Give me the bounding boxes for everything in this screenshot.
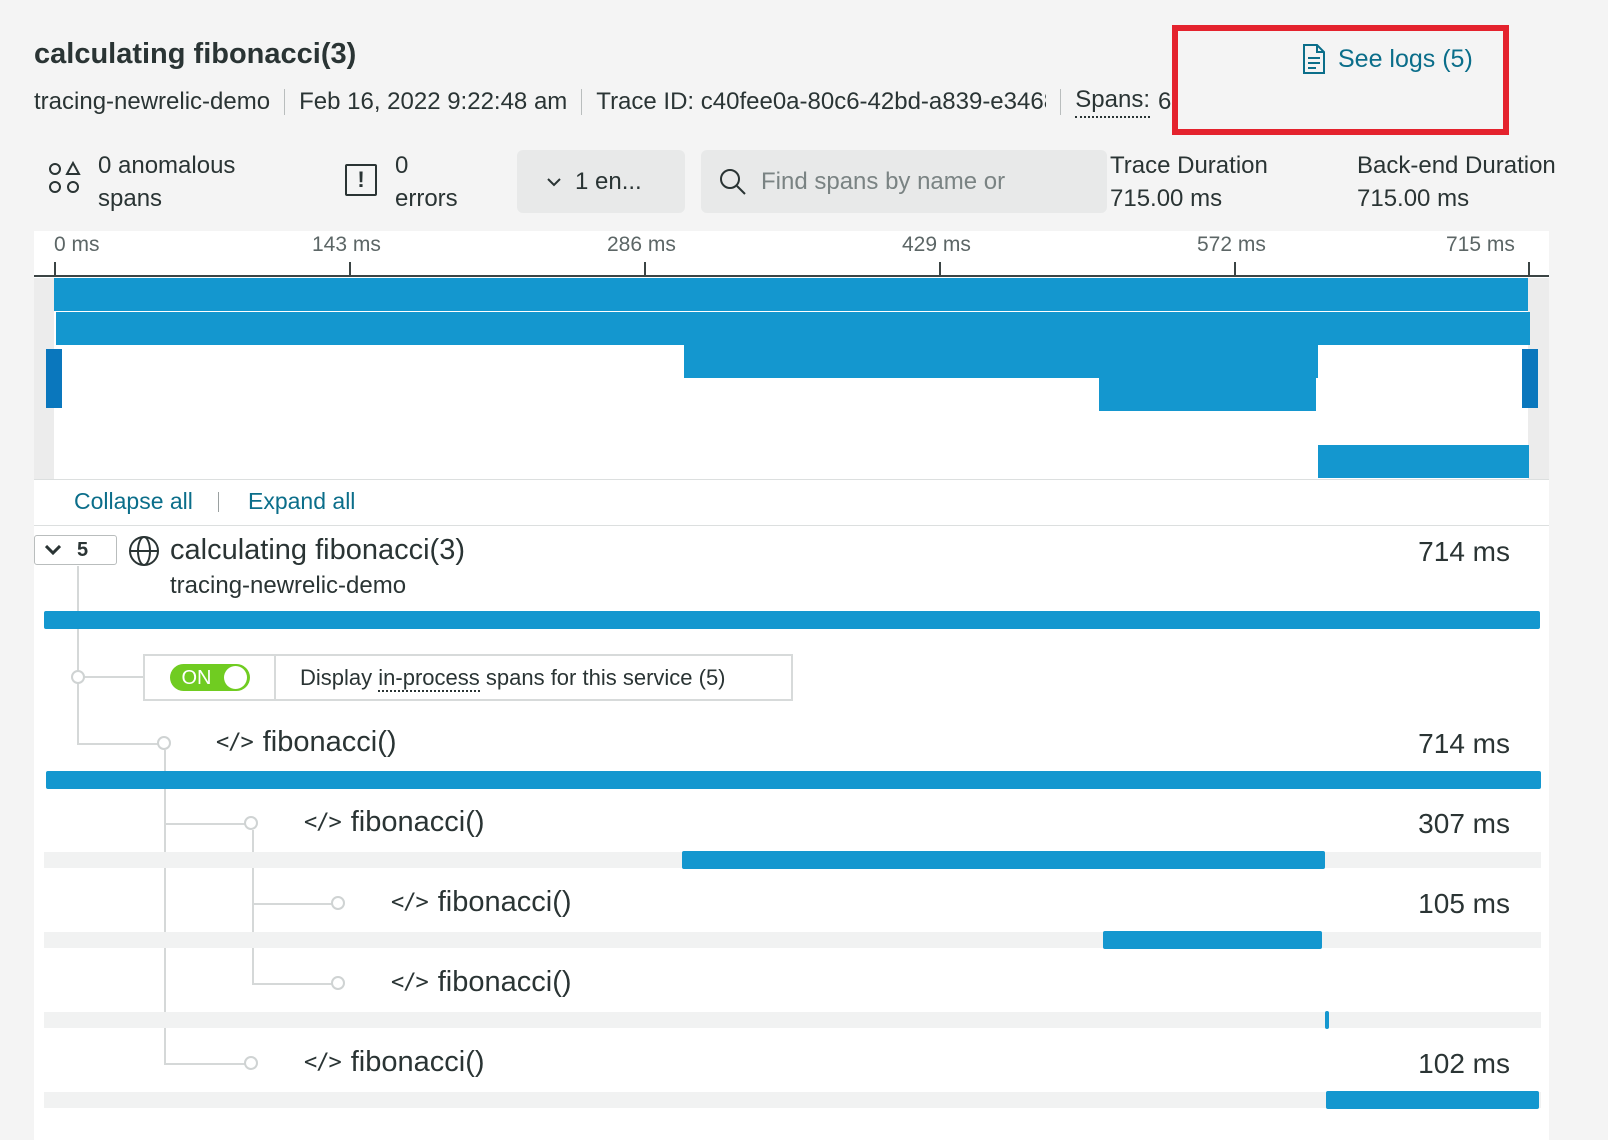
search-icon — [720, 168, 746, 195]
see-logs-link[interactable]: See logs (5) — [1302, 44, 1473, 74]
code-icon: </> — [391, 890, 429, 915]
in-process-toggle[interactable]: ON — [169, 664, 250, 691]
toggle-container: ON — [145, 656, 276, 699]
trace-timestamp: Feb 16, 2022 9:22:48 am — [299, 88, 568, 115]
minimap-span-bar — [54, 278, 1528, 311]
tick-label: 572 ms — [1197, 233, 1266, 256]
expand-toggle-button[interactable]: 5 — [34, 535, 117, 565]
trace-meta: tracing-newrelic-demo Feb 16, 2022 9:22:… — [34, 86, 1171, 118]
minimap-span-bar — [1318, 445, 1529, 478]
see-logs-label: See logs (5) — [1338, 44, 1473, 73]
trace-duration: Trace Duration 715.00 ms — [1110, 152, 1268, 212]
collapse-all-link[interactable]: Collapse all — [74, 488, 193, 515]
span-duration: 105 ms — [1418, 888, 1510, 919]
chevron-down-icon — [45, 545, 61, 555]
tick-label: 143 ms — [312, 233, 381, 256]
code-icon: </> — [304, 810, 342, 835]
trace-title: calculating fibonacci(3) — [34, 38, 357, 70]
in-process-spans-control: ON Display in-process spans for this ser… — [143, 654, 793, 701]
minimap-span-bar — [1099, 378, 1316, 411]
span-track — [44, 1092, 1541, 1108]
root-span-name[interactable]: calculating fibonacci(3) — [170, 534, 465, 567]
code-icon: </> — [391, 970, 429, 995]
root-span-service: tracing-newrelic-demo — [170, 572, 407, 599]
tick-label: 429 ms — [902, 233, 971, 256]
tree-connector — [77, 676, 143, 678]
entity-filter-dropdown[interactable]: 1 en... — [517, 150, 685, 213]
span-search-input[interactable] — [761, 167, 1091, 196]
span-bar[interactable] — [46, 771, 1541, 789]
service-name[interactable]: tracing-newrelic-demo — [34, 88, 270, 116]
entity-filter-label: 1 en... — [575, 167, 642, 195]
tick-label: 0 ms — [54, 233, 100, 256]
error-icon: ! — [345, 164, 377, 196]
tick-mark — [54, 262, 56, 276]
span-bar[interactable] — [682, 851, 1325, 869]
tick-mark — [644, 262, 646, 276]
in-process-label: Display in-process spans for this servic… — [300, 664, 726, 692]
span-bar[interactable] — [1325, 1011, 1329, 1029]
tree-node — [71, 670, 85, 684]
span-bar[interactable] — [44, 611, 1540, 629]
tree-node — [244, 816, 258, 830]
code-icon: </> — [304, 1050, 342, 1075]
tick-mark — [349, 262, 351, 276]
child-count: 5 — [77, 538, 89, 561]
tick-mark — [939, 262, 941, 276]
tree-connector — [252, 983, 336, 985]
tree-node — [244, 1056, 258, 1070]
span-duration: 102 ms — [1418, 1048, 1510, 1079]
tree-connector — [77, 566, 79, 744]
span-duration: 307 ms — [1418, 808, 1510, 839]
anomalous-spans-count[interactable]: 0 anomalous spans — [98, 149, 235, 215]
toggle-knob — [223, 666, 247, 689]
span-bar[interactable] — [1103, 931, 1322, 949]
span-duration: 714 ms — [1418, 728, 1510, 759]
minimap-span-bar — [56, 312, 1530, 345]
chevron-down-icon — [547, 177, 561, 186]
tree-connector — [164, 1063, 249, 1065]
span-row-name[interactable]: </> fibonacci() — [304, 1046, 485, 1079]
span-row-name[interactable]: </> fibonacci() — [216, 726, 397, 759]
span-row-name[interactable]: </> fibonacci() — [391, 886, 572, 919]
trace-id: Trace ID: c40fee0a-80c6-42bd-a839-e34687… — [596, 88, 1046, 115]
tree-node — [331, 976, 345, 990]
divider — [581, 89, 583, 115]
span-duration: 714 ms — [1418, 536, 1510, 567]
code-icon: </> — [216, 730, 254, 755]
tree-node — [331, 896, 345, 910]
span-bar[interactable] — [1326, 1091, 1539, 1109]
time-ruler — [34, 231, 1549, 277]
tick-label: 286 ms — [607, 233, 676, 256]
tree-node — [157, 736, 171, 750]
minimap-left-handle[interactable] — [46, 349, 62, 408]
expand-all-link[interactable]: Expand all — [248, 488, 355, 515]
highlight-box — [1172, 25, 1509, 135]
errors-count[interactable]: 0 errors — [395, 149, 458, 215]
tick-label: 715 ms — [1446, 233, 1515, 256]
divider — [284, 89, 286, 115]
tree-connector — [164, 823, 249, 825]
spans-count: 6 — [1158, 88, 1172, 115]
tick-mark — [1234, 262, 1236, 276]
tree-connector — [252, 903, 336, 905]
in-process-link[interactable]: in-process — [378, 664, 480, 692]
anomaly-icon — [49, 160, 81, 193]
globe-icon — [129, 536, 159, 566]
spans-label: Spans: — [1075, 86, 1151, 118]
tree-connector — [77, 743, 163, 745]
divider — [1060, 89, 1062, 115]
span-row-name[interactable]: </> fibonacci() — [391, 966, 572, 999]
span-search[interactable] — [701, 150, 1107, 213]
minimap-right-handle[interactable] — [1522, 349, 1538, 408]
span-row-name[interactable]: </> fibonacci() — [304, 806, 485, 839]
document-icon — [1303, 44, 1325, 74]
minimap-span-bar — [684, 345, 1318, 378]
tick-mark — [1528, 262, 1530, 276]
span-track — [44, 1012, 1541, 1028]
divider — [218, 492, 219, 512]
backend-duration: Back-end Duration 715.00 ms — [1357, 152, 1556, 212]
